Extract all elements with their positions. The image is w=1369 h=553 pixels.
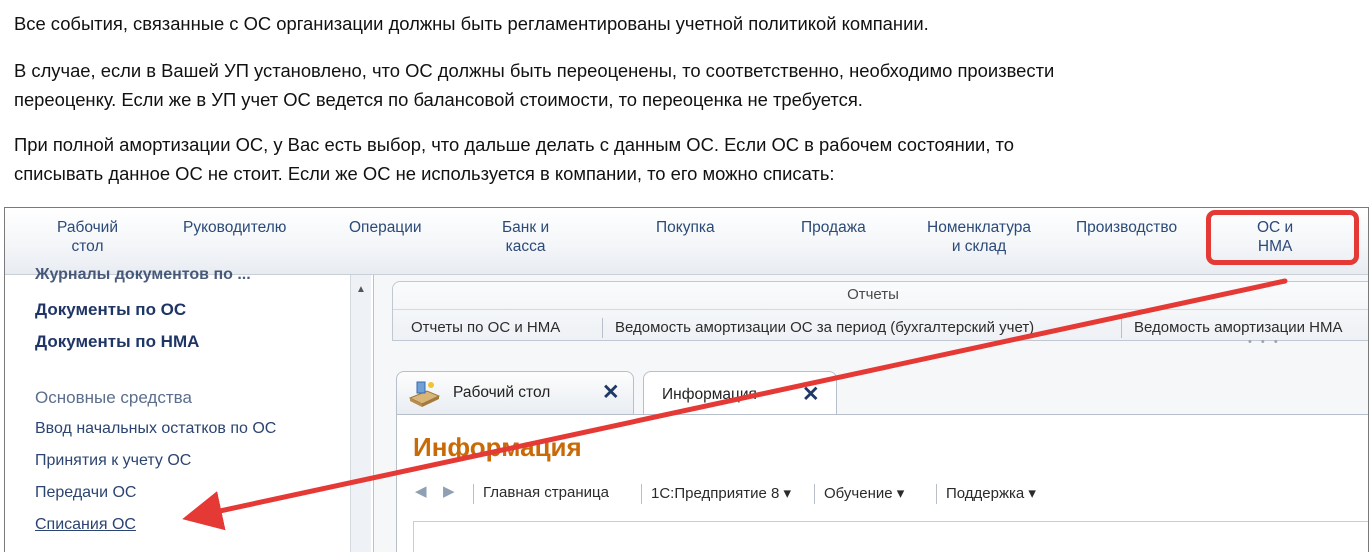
app-screenshot: Рабочий стол Руководителю Операции Банк … xyxy=(4,207,1369,552)
desktop-icon xyxy=(407,378,441,408)
tab-desktop[interactable]: Рабочий стол ✕ xyxy=(396,371,634,414)
menu-item-desktop[interactable]: Рабочий стол xyxy=(57,218,118,256)
report-link-depreciation-intangibles[interactable]: Ведомость амортизации НМА xyxy=(1134,319,1342,336)
nav-link-documents-intangibles[interactable]: Документы по НМА xyxy=(35,332,199,352)
report-separator xyxy=(1121,318,1122,338)
menu-item-sales[interactable]: Продажа xyxy=(801,218,866,237)
menu-item-manager[interactable]: Руководителю xyxy=(183,218,286,237)
reports-panel: Отчеты Отчеты по ОС и НМА Ведомость амор… xyxy=(392,281,1368,341)
tab-information[interactable]: Информация ✕ xyxy=(643,371,837,416)
nav-separator xyxy=(814,484,815,504)
paragraph-2: В случае, если в Вашей УП установлено, ч… xyxy=(14,56,1359,114)
nav-link-documents-fixed-assets[interactable]: Документы по ОС xyxy=(35,300,186,320)
highlight-frame xyxy=(1206,210,1359,265)
tab-desktop-label: Рабочий стол xyxy=(453,384,551,401)
paragraph-3-line-2: списывать данное ОС не стоит. Если же ОС… xyxy=(14,163,835,184)
menu-item-operations[interactable]: Операции xyxy=(349,218,422,237)
scroll-up-icon[interactable]: ▲ xyxy=(354,283,368,297)
content-frame xyxy=(413,521,1368,552)
paragraph-2-line-2: переоценку. Если же в УП учет ОС ведется… xyxy=(14,89,863,110)
report-separator xyxy=(602,318,603,338)
paragraph-3: При полной амортизации ОС, у Вас есть вы… xyxy=(14,130,1359,188)
workspace: Отчеты Отчеты по ОС и НМА Ведомость амор… xyxy=(374,275,1368,552)
report-link-fixed-assets-intangibles[interactable]: Отчеты по ОС и НМА xyxy=(411,319,560,336)
menu-item-bank-cash[interactable]: Банк и касса xyxy=(502,218,549,256)
nav-separator xyxy=(473,484,474,504)
menu-item-nomenclature-warehouse[interactable]: Номенклатура и склад xyxy=(927,218,1031,256)
nav-separator xyxy=(641,484,642,504)
close-icon[interactable]: ✕ xyxy=(602,380,620,405)
top-menu: Рабочий стол Руководителю Операции Банк … xyxy=(5,208,1368,275)
back-arrow-icon[interactable]: ◀ xyxy=(415,482,427,500)
tab-information-label: Информация xyxy=(662,386,757,403)
nav-link-acceptance[interactable]: Принятия к учету ОС xyxy=(35,452,191,470)
information-page: Информация ◀ ▶ Главная страница 1С:Предп… xyxy=(396,414,1368,552)
panel-resize-handle[interactable]: • • • xyxy=(1248,336,1281,348)
page-title: Информация xyxy=(413,432,582,462)
close-icon[interactable]: ✕ xyxy=(802,382,820,407)
nav-separator xyxy=(936,484,937,504)
nav-link-transfers[interactable]: Передачи ОС xyxy=(35,484,136,502)
menu-item-production[interactable]: Производство xyxy=(1076,218,1177,237)
paragraph-1: Все события, связанные с ОС организации … xyxy=(14,13,929,34)
left-nav-panel: Журналы документов по ... Документы по О… xyxy=(5,266,374,552)
nav-link-opening-balances[interactable]: Ввод начальных остатков по ОС xyxy=(35,420,276,438)
left-panel-scrollbar[interactable]: ▲ xyxy=(350,275,371,552)
paragraph-3-line-1: При полной амортизации ОС, у Вас есть вы… xyxy=(14,134,1014,155)
nav-link-write-offs[interactable]: Списания ОС xyxy=(35,516,136,534)
menu-item-purchase[interactable]: Покупка xyxy=(656,218,715,237)
paragraph-2-line-1: В случае, если в Вашей УП установлено, ч… xyxy=(14,60,1055,81)
reports-title: Отчеты xyxy=(847,286,899,303)
reports-divider xyxy=(393,309,1368,310)
nav-link-learning[interactable]: Обучение ▾ xyxy=(824,484,904,502)
nav-link-support[interactable]: Поддержка ▾ xyxy=(946,484,1036,502)
forward-arrow-icon[interactable]: ▶ xyxy=(443,482,455,500)
nav-link-home[interactable]: Главная страница xyxy=(483,484,609,501)
left-panel-cut-heading: Журналы документов по ... xyxy=(35,266,251,283)
report-link-depreciation-accounting[interactable]: Ведомость амортизации ОС за период (бухг… xyxy=(615,319,1034,336)
info-nav-bar: ◀ ▶ Главная страница 1С:Предприятие 8 ▾ … xyxy=(413,482,1363,506)
nav-link-enterprise[interactable]: 1С:Предприятие 8 ▾ xyxy=(651,484,791,502)
section-title-fixed-assets: Основные средства xyxy=(35,388,192,407)
